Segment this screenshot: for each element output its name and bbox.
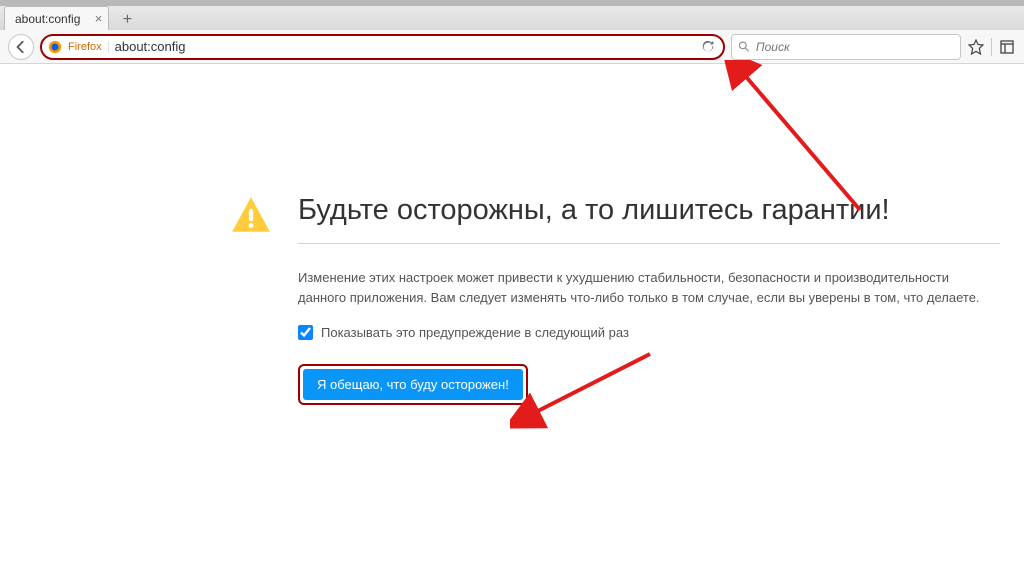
library-icon — [999, 39, 1015, 55]
show-warning-checkbox[interactable] — [298, 325, 313, 340]
warning-body: Изменение этих настроек может привести к… — [298, 268, 998, 307]
accept-button-highlight: Я обещаю, что буду осторожен! — [298, 364, 528, 405]
warning-heading: Будьте осторожны, а то лишитесь гарантии… — [298, 194, 1000, 227]
search-bar[interactable] — [731, 34, 961, 60]
sidebar-button[interactable] — [998, 38, 1016, 56]
toolbar-divider — [991, 38, 992, 56]
arrow-left-icon — [14, 40, 28, 54]
warning-divider — [298, 243, 1000, 244]
show-warning-label[interactable]: Показывать это предупреждение в следующи… — [321, 325, 629, 340]
new-tab-button[interactable]: + — [115, 10, 139, 30]
reload-button[interactable] — [699, 38, 717, 56]
search-icon — [738, 40, 750, 53]
tab-strip: about:config × + — [0, 6, 1024, 30]
tab-title: about:config — [15, 12, 80, 26]
accept-risk-button[interactable]: Я обещаю, что буду осторожен! — [303, 369, 523, 400]
content-area: Будьте осторожны, а то лишитесь гарантии… — [0, 64, 1024, 580]
url-bar[interactable]: Firefox about:config — [40, 34, 725, 60]
bookmark-button[interactable] — [967, 38, 985, 56]
warning-panel: Будьте осторожны, а то лишитесь гарантии… — [230, 194, 1000, 405]
firefox-icon — [48, 40, 62, 54]
browser-tab[interactable]: about:config × — [4, 6, 109, 30]
back-button[interactable] — [8, 34, 34, 60]
reload-icon — [701, 40, 715, 54]
close-icon[interactable]: × — [95, 11, 103, 26]
nav-toolbar: Firefox about:config — [0, 30, 1024, 64]
url-text: about:config — [115, 39, 186, 54]
warning-icon — [230, 194, 272, 236]
search-input[interactable] — [756, 40, 954, 54]
brand-label: Firefox — [68, 41, 109, 53]
star-icon — [968, 39, 984, 55]
